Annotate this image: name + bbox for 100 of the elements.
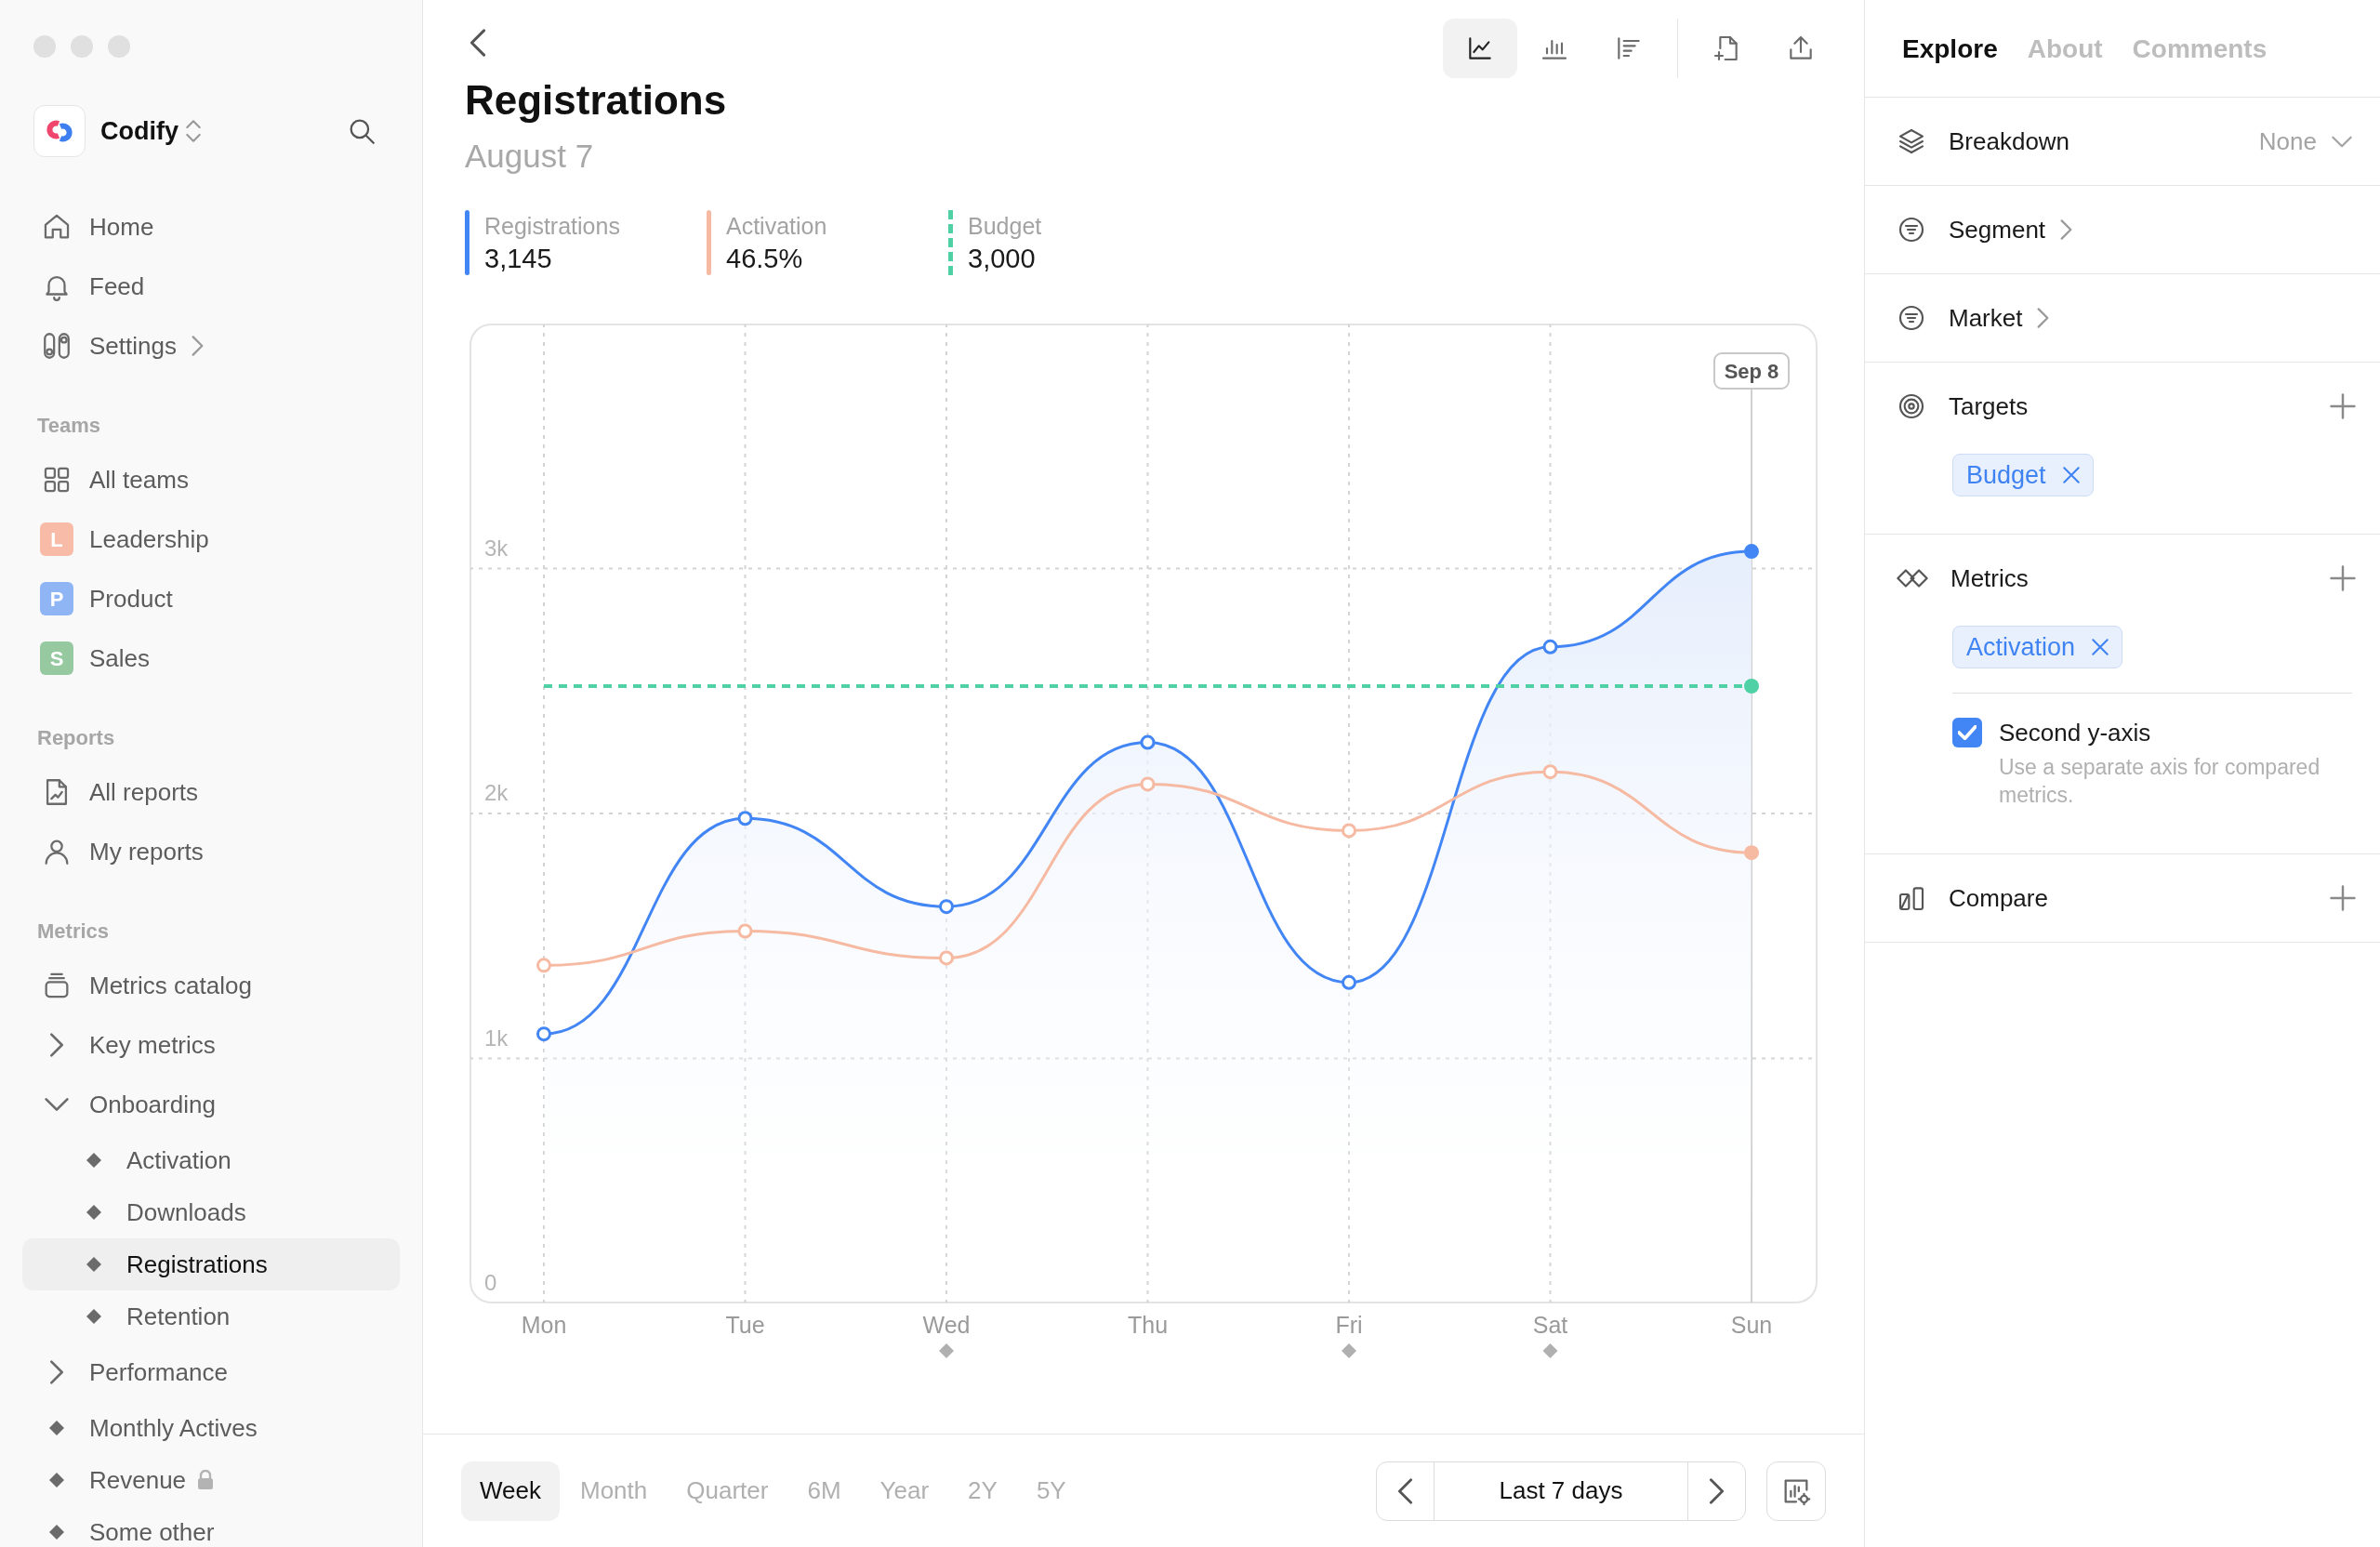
filter-icon xyxy=(1897,215,1926,245)
data-point xyxy=(1542,639,1558,654)
page-subtitle: August 7 xyxy=(465,137,595,176)
layers-icon xyxy=(1897,126,1926,156)
data-point xyxy=(1744,679,1759,694)
data-point xyxy=(737,811,753,826)
filter-icon xyxy=(1897,303,1926,333)
sidebar-item[interactable]: Performance xyxy=(22,1342,400,1402)
data-point xyxy=(1744,845,1759,861)
filter-chip[interactable]: Activation xyxy=(1952,626,2123,668)
chevron-down-icon xyxy=(2332,135,2352,148)
sidebar-item[interactable]: Settings xyxy=(22,316,400,376)
sidebar-item[interactable]: All teams xyxy=(22,450,400,509)
section-button[interactable]: Segment xyxy=(1949,211,2046,248)
checkbox-label: Second y-axis xyxy=(1999,718,2152,748)
x-axis-label: Tue xyxy=(725,1312,765,1338)
x-axis-label: Mon xyxy=(521,1312,567,1338)
chevron-right-icon xyxy=(1709,1477,1725,1504)
section-button[interactable]: Targets xyxy=(1949,388,2029,425)
add-button[interactable] xyxy=(2330,565,2356,591)
back-chevron-icon xyxy=(469,29,486,57)
data-point xyxy=(536,958,551,973)
date-badge: Sep 8 xyxy=(1713,352,1790,390)
plus-icon xyxy=(2330,885,2356,911)
sidebar-item[interactable]: Downloads xyxy=(22,1186,400,1238)
remove-icon xyxy=(2092,639,2109,655)
diamond-icon xyxy=(85,1255,103,1274)
page-title: Registrations xyxy=(465,76,728,125)
updown-chevron-icon xyxy=(186,120,201,142)
panel-tab[interactable]: Explore xyxy=(1902,30,1998,69)
y-axis-label: 3k xyxy=(484,535,509,561)
chevron-right-icon xyxy=(191,336,204,356)
section-button[interactable]: Metrics xyxy=(1950,560,2029,597)
diamond-icon xyxy=(47,1471,66,1489)
team-avatar: L xyxy=(40,522,73,556)
legend-value: 3,145 xyxy=(484,243,553,275)
sidebar-item[interactable]: Onboarding xyxy=(22,1075,400,1134)
remove-icon xyxy=(2062,467,2080,483)
section-heading: Teams xyxy=(37,413,101,439)
sidebar-item[interactable]: Registrations xyxy=(22,1238,400,1290)
workspace-switcher[interactable]: Codify xyxy=(100,112,201,151)
sidebar-item[interactable]: Key metrics xyxy=(22,1015,400,1075)
plus-icon xyxy=(2330,393,2356,419)
diamond-icon xyxy=(85,1203,103,1222)
data-point xyxy=(939,899,954,915)
add-button[interactable] xyxy=(2330,885,2356,911)
legend-value: 46.5% xyxy=(726,243,804,275)
checkmark-icon xyxy=(1958,725,1977,740)
sidebar-item[interactable]: Monthly Actives xyxy=(22,1402,400,1454)
add-button[interactable] xyxy=(2330,393,2356,419)
data-point xyxy=(1542,764,1558,780)
sidebar-item[interactable]: Home xyxy=(22,197,400,257)
app-logo xyxy=(33,105,86,157)
legend-label: Budget xyxy=(968,212,1042,241)
sidebar-item[interactable]: Feed xyxy=(22,257,400,316)
section-button[interactable]: Breakdown xyxy=(1949,123,2070,160)
legend-value: 3,000 xyxy=(968,243,1037,275)
section-heading: Metrics xyxy=(37,919,110,945)
sidebar-item[interactable]: Revenue xyxy=(22,1454,400,1506)
period-tab[interactable]: Week xyxy=(461,1461,560,1521)
checkbox[interactable] xyxy=(1952,718,1982,747)
data-point xyxy=(1342,823,1356,839)
annotation: Sep 8 xyxy=(1724,360,1779,383)
sidebar-item[interactable]: P Product xyxy=(22,569,400,628)
diamond-icon xyxy=(47,1523,66,1541)
sidebar-item[interactable]: S Sales xyxy=(22,628,400,688)
y-axis-label: 0 xyxy=(484,1270,497,1295)
chevron-right-icon xyxy=(2037,308,2050,328)
chevron-left-icon xyxy=(1397,1477,1413,1504)
team-avatar: P xyxy=(40,582,73,615)
sidebar-item[interactable]: Some other xyxy=(22,1506,400,1547)
legend-label: Registrations xyxy=(484,212,620,241)
x-axis-label: Wed xyxy=(922,1312,971,1338)
sidebar-item[interactable]: L Leadership xyxy=(22,509,400,569)
chevron-right-icon xyxy=(2060,219,2073,240)
x-axis-label: Fri xyxy=(1335,1312,1363,1338)
section-button[interactable]: Compare xyxy=(1949,879,2048,917)
sidebar-item[interactable]: My reports xyxy=(22,822,400,881)
toolbar-button[interactable] xyxy=(1443,19,1517,78)
x-axis-label: Sun xyxy=(1730,1312,1773,1338)
diamond-icon xyxy=(85,1151,103,1170)
y-axis-label: 2k xyxy=(484,780,509,805)
data-point xyxy=(536,1026,551,1042)
legend-label: Activation xyxy=(726,212,827,241)
data-point xyxy=(1342,974,1356,990)
filter-chip[interactable]: Budget xyxy=(1952,454,2094,496)
sidebar-item[interactable]: Metrics catalog xyxy=(22,956,400,1015)
help-text: Use a separate axis for compared metrics. xyxy=(1999,754,2321,809)
data-point xyxy=(1140,734,1156,750)
y-axis-label: 1k xyxy=(484,1025,509,1051)
sidebar-item[interactable]: Retention xyxy=(22,1290,400,1342)
chart-settings-button[interactable] xyxy=(1766,1461,1826,1521)
data-point xyxy=(939,950,954,966)
sidebar-item[interactable]: Activation xyxy=(22,1134,400,1186)
sidebar-item[interactable]: All reports xyxy=(22,762,400,822)
diamond-icon xyxy=(85,1307,103,1326)
team-avatar: S xyxy=(40,641,73,675)
toggles-icon xyxy=(41,330,73,362)
section-button[interactable]: Market xyxy=(1949,299,2023,337)
data-point xyxy=(1140,776,1156,792)
